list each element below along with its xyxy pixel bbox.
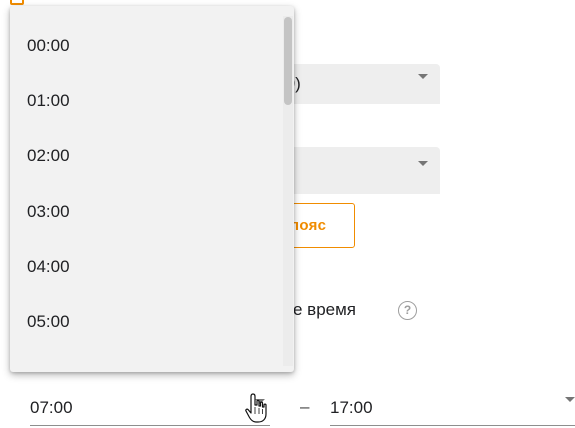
end-time-field[interactable]: 17:00 <box>330 388 575 426</box>
dropdown-scrollbar-thumb[interactable] <box>284 17 292 105</box>
time-option[interactable]: 03:00 <box>27 202 70 222</box>
time-option[interactable]: 04:00 <box>27 257 70 277</box>
time-option[interactable]: 01:00 <box>27 91 70 111</box>
question-circle-icon[interactable]: ? <box>398 301 417 320</box>
time-option[interactable]: 02:00 <box>27 146 70 166</box>
event-time-settings: )0) пояс е время ? 07:00 – 17:00 00:00 0… <box>0 0 575 428</box>
checkbox-icon[interactable] <box>10 0 24 5</box>
hand-cursor-icon <box>245 393 267 423</box>
chevron-down-icon[interactable] <box>565 397 575 402</box>
range-separator: – <box>300 397 310 416</box>
time-option[interactable]: 00:00 <box>27 36 70 56</box>
time-option[interactable]: 05:00 <box>27 312 70 332</box>
start-time-field[interactable]: 07:00 <box>30 388 270 426</box>
timezone-button-label: пояс <box>290 217 327 234</box>
chevron-down-icon[interactable] <box>418 161 428 166</box>
chevron-down-icon[interactable] <box>418 74 428 79</box>
start-time-value: 07:00 <box>30 398 73 417</box>
end-time-value: 17:00 <box>330 398 373 417</box>
all-day-label: е время <box>293 300 357 319</box>
time-dropdown: 00:00 01:00 02:00 03:00 04:00 05:00 <box>10 6 294 372</box>
